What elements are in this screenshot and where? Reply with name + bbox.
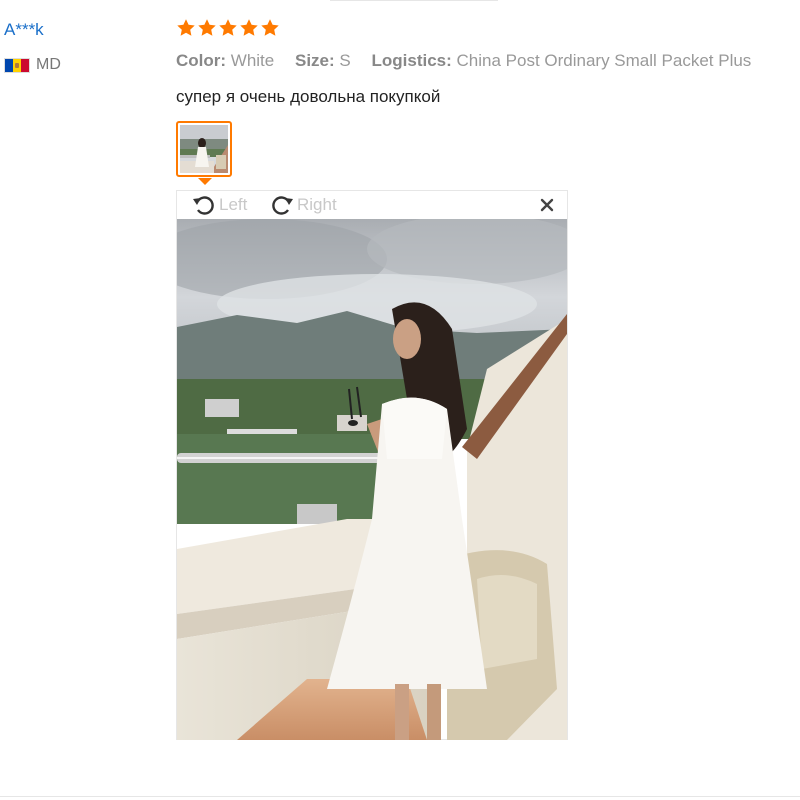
- logistics-label: Logistics:: [371, 51, 452, 70]
- review-page: A***k MD Color: White Size: S Logistics:…: [0, 0, 800, 800]
- rotate-left-button[interactable]: Left: [191, 193, 247, 217]
- star-icon: [219, 19, 237, 36]
- order-info: Color: White Size: S Logistics: China Po…: [176, 51, 767, 71]
- rotate-left-icon: [193, 196, 214, 215]
- star-icon: [177, 19, 195, 36]
- logistics-value: China Post Ordinary Small Packet Plus: [456, 51, 752, 70]
- color-label: Color:: [176, 51, 227, 70]
- review-text: супер я очень довольна покупкой: [176, 87, 441, 106]
- country-code: MD: [36, 56, 61, 73]
- reviewer-country: MD: [4, 56, 61, 74]
- close-icon[interactable]: [539, 197, 555, 213]
- size-value: S: [339, 51, 351, 70]
- photo-viewer: Left Right: [176, 190, 568, 740]
- reviewer-name[interactable]: A***k: [4, 20, 44, 40]
- rotate-left-label: Left: [219, 195, 248, 214]
- star-icon: [198, 19, 216, 36]
- rotate-right-label: Right: [297, 195, 337, 214]
- review-photo-thumbnail[interactable]: [176, 121, 232, 177]
- viewer-toolbar: Left Right: [177, 191, 569, 219]
- star-rating: [176, 18, 280, 38]
- star-icon: [261, 19, 279, 36]
- size-label: Size:: [294, 51, 335, 70]
- star-icon: [240, 19, 258, 36]
- flag-icon: [4, 57, 30, 73]
- thumbnail-pointer: [198, 178, 212, 185]
- divider: [330, 0, 498, 1]
- rotate-right-icon: [272, 196, 293, 215]
- color-value: White: [230, 51, 275, 70]
- divider: [0, 796, 800, 797]
- rotate-right-button[interactable]: Right: [269, 193, 337, 217]
- review-photo: [177, 219, 567, 740]
